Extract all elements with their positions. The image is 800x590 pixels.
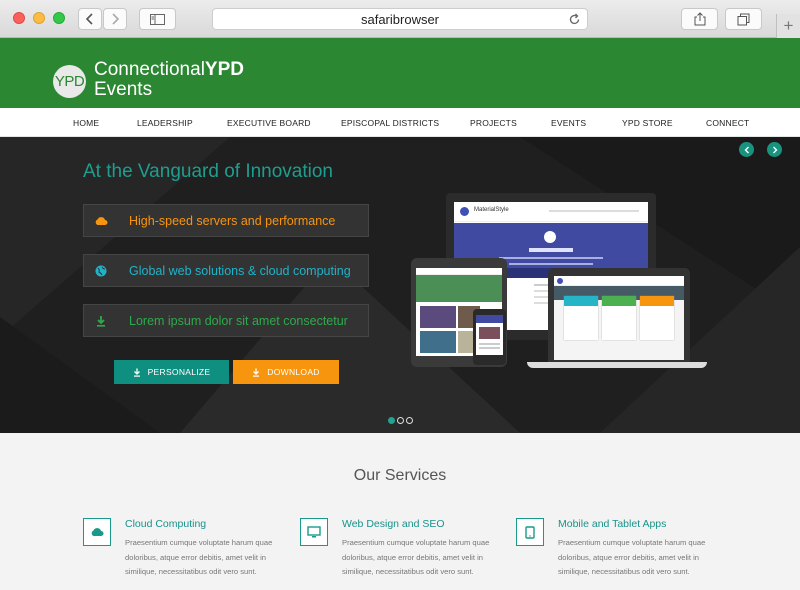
mockup-brand: MaterialStyle [474, 207, 509, 213]
globe-icon [95, 265, 107, 277]
slider-dot-2[interactable] [397, 417, 404, 424]
download-label: DOWNLOAD [267, 367, 320, 377]
feature-text: Lorem ipsum dolor sit amet consectetur [129, 314, 348, 328]
share-icon [694, 12, 705, 26]
chevron-left-icon [744, 146, 749, 153]
site-logo[interactable]: YPD [53, 65, 86, 98]
service-text-mobile: Praesentium cumque voluptate harum quae … [558, 538, 706, 576]
zoom-window-button[interactable] [53, 12, 65, 24]
service-title-cloud[interactable]: Cloud Computing [125, 518, 206, 530]
sidebar-icon [150, 13, 165, 25]
tabs-button[interactable] [725, 8, 762, 30]
nav-item-home[interactable]: HOME [73, 118, 99, 128]
nav-item-connect[interactable]: CONNECT [706, 118, 749, 128]
service-text-web: Praesentium cumque voluptate harum quae … [342, 538, 490, 576]
feature-high-speed: High-speed servers and performance [83, 204, 369, 237]
laptop-base [527, 362, 707, 368]
plus-icon: + [783, 16, 794, 35]
cloud-icon [91, 528, 104, 536]
service-text-cloud: Praesentium cumque voluptate harum quae … [125, 538, 273, 576]
nav-item-episcopal-districts[interactable]: EPISCOPAL DISTRICTS [341, 118, 439, 128]
chevron-right-icon [112, 13, 120, 25]
hero-slider: At the Vanguard of Innovation High-speed… [0, 137, 800, 433]
service-title-mobile[interactable]: Mobile and Tablet Apps [558, 518, 666, 530]
download-icon [133, 368, 140, 377]
monitor-icon [307, 526, 321, 538]
sidebar-button[interactable] [139, 8, 176, 30]
site-name-part2: YPD [204, 59, 244, 80]
service-title-web[interactable]: Web Design and SEO [342, 518, 445, 530]
chevron-right-icon [772, 146, 777, 153]
personalize-label: PERSONALIZE [147, 367, 211, 377]
nav-item-events[interactable]: EVENTS [551, 118, 586, 128]
slider-next-button[interactable] [767, 142, 782, 157]
new-tab-button[interactable]: + [776, 14, 800, 38]
address-text: safaribrowser [360, 11, 440, 27]
feature-text: High-speed servers and performance [129, 214, 336, 228]
feature-lorem: Lorem ipsum dolor sit amet consectetur [83, 304, 369, 337]
site-header: YPD ConnectionalYPD Events [0, 38, 800, 108]
slider-dot-3[interactable] [406, 417, 413, 424]
download-button[interactable]: DOWNLOAD [233, 360, 339, 384]
hero-title: At the Vanguard of Innovation [83, 161, 333, 182]
logo-text: YPD [54, 73, 85, 90]
main-nav: HOME LEADERSHIP EXECUTIVE BOARD EPISCOPA… [0, 108, 800, 137]
download-icon [97, 316, 105, 327]
service-icon-mobile [516, 518, 544, 546]
tablet-icon [525, 525, 535, 539]
browser-toolbar: safaribrowser + [0, 0, 800, 38]
personalize-button[interactable]: PERSONALIZE [114, 360, 229, 384]
service-icon-cloud [83, 518, 111, 546]
download-icon [253, 368, 260, 377]
back-button[interactable] [78, 8, 102, 30]
minimize-window-button[interactable] [33, 12, 45, 24]
close-window-button[interactable] [13, 12, 25, 24]
chevron-left-icon [85, 13, 93, 25]
laptop-mockup [548, 268, 690, 364]
share-button[interactable] [681, 8, 718, 30]
site-name-part1: Connectional [94, 59, 205, 80]
service-icon-web [300, 518, 328, 546]
cloud-icon [95, 217, 108, 225]
feature-global-web: Global web solutions & cloud computing [83, 254, 369, 287]
reload-icon[interactable] [568, 13, 581, 26]
phone-mockup [473, 309, 506, 365]
nav-item-ypd-store[interactable]: YPD STORE [622, 118, 673, 128]
nav-item-projects[interactable]: PROJECTS [470, 118, 517, 128]
services-title: Our Services [353, 467, 447, 484]
slider-prev-button[interactable] [739, 142, 754, 157]
site-name[interactable]: ConnectionalYPD [94, 60, 244, 80]
tabs-icon [737, 13, 750, 25]
address-bar[interactable]: safaribrowser [212, 8, 588, 30]
slider-dot-1[interactable] [388, 417, 395, 424]
site-subtitle: Events [94, 79, 153, 100]
forward-button[interactable] [103, 8, 127, 30]
feature-text: Global web solutions & cloud computing [129, 264, 351, 278]
nav-item-leadership[interactable]: LEADERSHIP [137, 118, 193, 128]
nav-item-executive-board[interactable]: EXECUTIVE BOARD [227, 118, 311, 128]
